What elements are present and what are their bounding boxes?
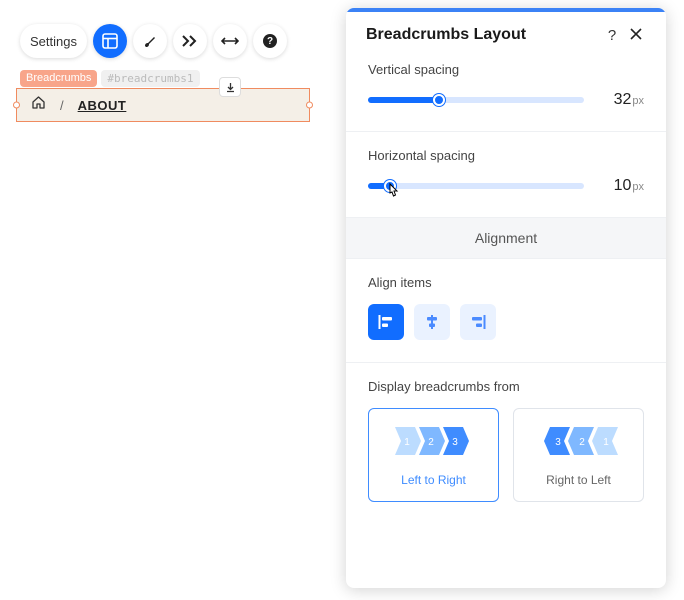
align-left-icon xyxy=(378,315,394,329)
panel-body: Vertical spacing 32px Horizontal spacing xyxy=(346,58,666,588)
vertical-spacing-thumb[interactable] xyxy=(433,94,445,106)
layout-icon xyxy=(102,33,118,49)
horizontal-spacing-slider[interactable] xyxy=(368,183,584,189)
svg-text:2: 2 xyxy=(579,437,585,448)
svg-text:1: 1 xyxy=(404,437,410,448)
breadcrumb-current[interactable]: ABOUT xyxy=(78,98,127,113)
direction-section: Display breadcrumbs from 1 2 3 Left to xyxy=(346,363,666,524)
animation-icon xyxy=(181,34,199,48)
horizontal-spacing-section: Horizontal spacing 10px xyxy=(346,132,666,218)
horizontal-spacing-thumb[interactable] xyxy=(384,180,396,192)
close-icon xyxy=(630,28,642,40)
vertical-spacing-section: Vertical spacing 32px xyxy=(346,58,666,132)
breadcrumb-separator: / xyxy=(60,98,64,113)
element-chips: Breadcrumbs #breadcrumbs1 xyxy=(20,70,200,87)
layout-panel: Breadcrumbs Layout ? Vertical spacing 32… xyxy=(346,8,666,588)
panel-close-button[interactable] xyxy=(624,27,648,44)
panel-help-button[interactable]: ? xyxy=(600,27,624,44)
help-button[interactable]: ? xyxy=(253,24,287,58)
align-center-icon xyxy=(424,315,440,329)
floating-toolbar: Settings ? xyxy=(20,24,287,58)
direction-rtl-card[interactable]: 3 2 1 Right to Left xyxy=(513,408,644,502)
panel-header: Breadcrumbs Layout ? xyxy=(346,12,666,58)
question-icon: ? xyxy=(262,33,278,49)
align-items-section: Align items xyxy=(346,259,666,363)
align-right-button[interactable] xyxy=(460,304,496,340)
alignment-group-header: Alignment xyxy=(346,218,666,259)
direction-ltr-card[interactable]: 1 2 3 Left to Right xyxy=(368,408,499,502)
download-icon xyxy=(225,82,236,93)
animation-button[interactable] xyxy=(173,24,207,58)
align-left-button[interactable] xyxy=(368,304,404,340)
align-center-button[interactable] xyxy=(414,304,450,340)
align-right-icon xyxy=(470,315,486,329)
design-button[interactable] xyxy=(133,24,167,58)
download-badge[interactable] xyxy=(219,77,241,97)
element-name-chip: Breadcrumbs xyxy=(20,70,97,87)
rtl-label: Right to Left xyxy=(546,473,611,487)
element-id-chip: #breadcrumbs1 xyxy=(101,70,199,87)
direction-label: Display breadcrumbs from xyxy=(368,379,644,394)
panel-title: Breadcrumbs Layout xyxy=(366,26,600,44)
svg-text:?: ? xyxy=(267,36,273,47)
breadcrumbs-element[interactable]: / ABOUT xyxy=(16,88,310,122)
svg-text:2: 2 xyxy=(428,437,434,448)
layout-button[interactable] xyxy=(93,24,127,58)
resize-handle-left[interactable] xyxy=(13,102,20,109)
rtl-chevrons-icon: 3 2 1 xyxy=(540,427,618,455)
stretch-button[interactable] xyxy=(213,24,247,58)
vertical-spacing-value[interactable]: 32px xyxy=(598,91,644,109)
ltr-label: Left to Right xyxy=(401,473,466,487)
stretch-icon xyxy=(221,35,239,47)
settings-label: Settings xyxy=(30,34,77,49)
svg-text:1: 1 xyxy=(603,437,609,448)
ltr-chevrons-icon: 1 2 3 xyxy=(395,427,473,455)
vertical-spacing-slider[interactable] xyxy=(368,97,584,103)
horizontal-spacing-value[interactable]: 10px xyxy=(598,177,644,195)
resize-handle-right[interactable] xyxy=(306,102,313,109)
vertical-spacing-label: Vertical spacing xyxy=(368,62,644,77)
svg-text:3: 3 xyxy=(452,437,458,448)
align-items-label: Align items xyxy=(368,275,644,290)
brush-icon xyxy=(142,33,158,49)
home-icon[interactable] xyxy=(31,95,46,115)
horizontal-spacing-label: Horizontal spacing xyxy=(368,148,644,163)
settings-button[interactable]: Settings xyxy=(20,24,87,58)
svg-text:3: 3 xyxy=(555,437,561,448)
